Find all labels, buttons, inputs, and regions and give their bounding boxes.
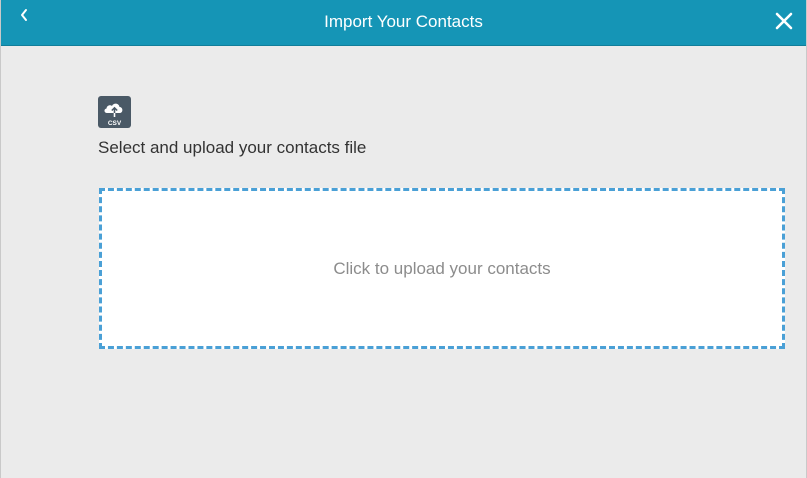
csv-upload-icon: CSV [98,96,131,128]
upload-dropzone[interactable]: Click to upload your contacts [99,188,785,349]
dialog-header: Import Your Contacts [1,0,806,46]
close-button[interactable] [772,9,796,33]
upload-instruction: Select and upload your contacts file [98,138,367,157]
dropzone-label: Click to upload your contacts [333,258,551,278]
dialog-title: Import Your Contacts [324,12,483,31]
import-contacts-dialog: Import Your Contacts CSV Select and uplo… [0,0,807,478]
close-icon [775,12,793,30]
svg-text:CSV: CSV [108,120,122,127]
